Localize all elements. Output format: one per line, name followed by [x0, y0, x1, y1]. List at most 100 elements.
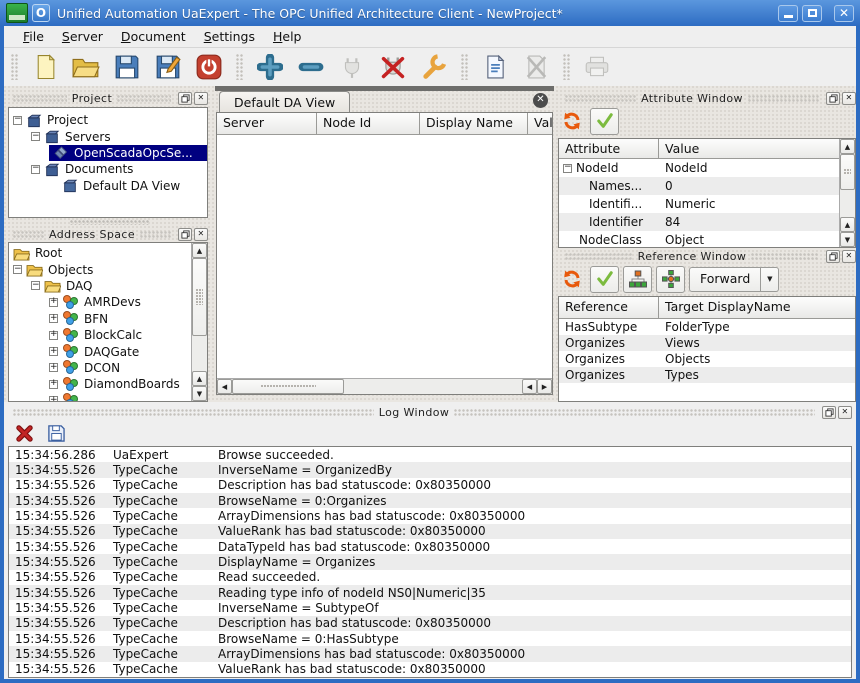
close-panel-button[interactable]: ✕	[838, 406, 852, 419]
column-attribute[interactable]: Attribute	[559, 139, 659, 159]
quit-button[interactable]	[192, 51, 226, 83]
menu-settings[interactable]: Settings	[195, 27, 264, 46]
menu-document[interactable]: Document	[112, 27, 195, 46]
expand-icon[interactable]	[49, 314, 58, 323]
expand-icon[interactable]	[49, 363, 58, 372]
attribute-row[interactable]: Identifi...Numeric	[559, 195, 855, 213]
scrollbar-track[interactable]	[192, 336, 207, 371]
project-panel-header[interactable]: Project ✕	[8, 90, 208, 106]
clear-log-icon[interactable]	[16, 425, 33, 442]
scroll-up-icon[interactable]: ▲	[192, 371, 207, 386]
show-attributes-button[interactable]	[590, 108, 619, 135]
open-project-button[interactable]	[69, 51, 103, 83]
attribute-row[interactable]: Identifier84	[559, 213, 855, 231]
collapse-icon[interactable]	[31, 165, 40, 174]
scroll-up-icon[interactable]: ▲	[840, 217, 855, 232]
log-row[interactable]: 15:34:55.526TypeCacheReading type info o…	[9, 585, 851, 600]
log-row[interactable]: 15:34:55.526TypeCacheDisplayName = Organ…	[9, 554, 851, 569]
close-panel-button[interactable]: ✕	[194, 228, 208, 241]
tree-item-default-da-view[interactable]: Default DA View	[9, 178, 207, 194]
maximize-button[interactable]	[802, 5, 822, 22]
float-panel-button[interactable]	[178, 92, 192, 105]
column-reference[interactable]: Reference	[559, 297, 659, 319]
show-references-button[interactable]	[590, 266, 619, 293]
toolbar-handle[interactable]	[563, 54, 570, 80]
scrollbar-thumb[interactable]	[840, 154, 855, 190]
scroll-right-icon[interactable]: ▶	[537, 379, 552, 394]
attribute-row[interactable]: NodeClassObject	[559, 231, 855, 248]
tree-item-daqgate[interactable]: DAQGate	[9, 343, 207, 359]
expand-icon[interactable]	[49, 347, 58, 356]
add-document-button[interactable]	[478, 51, 512, 83]
scroll-down-icon[interactable]: ▼	[192, 386, 207, 401]
tree-item-root[interactable]: Root	[9, 245, 207, 261]
log-row[interactable]: 15:34:55.526TypeCacheValueRank has bad s…	[9, 524, 851, 539]
scroll-up-icon[interactable]: ▲	[192, 243, 207, 258]
scroll-up-icon[interactable]: ▲	[840, 139, 855, 154]
float-panel-button[interactable]	[826, 92, 840, 105]
float-panel-button[interactable]	[822, 406, 836, 419]
tree-item-partial[interactable]	[9, 393, 207, 402]
save-log-icon[interactable]	[47, 424, 65, 442]
da-view-hscrollbar[interactable]: ◀ ◀ ▶	[217, 378, 552, 394]
scrollbar-thumb[interactable]	[232, 379, 344, 394]
tree-item-servers[interactable]: Servers	[9, 128, 207, 144]
reference-window-header[interactable]: Reference Window ✕	[560, 248, 856, 264]
add-server-button[interactable]	[253, 51, 287, 83]
refresh-icon[interactable]	[562, 269, 582, 289]
remove-server-button[interactable]	[294, 51, 328, 83]
column-value[interactable]: Value	[659, 139, 855, 159]
tree-item-project[interactable]: Project	[9, 112, 207, 128]
collapse-icon[interactable]	[13, 265, 22, 274]
tree-item-bfn[interactable]: BFN	[9, 311, 207, 327]
reference-row[interactable]: OrganizesTypes	[559, 367, 855, 383]
save-project-button[interactable]	[110, 51, 144, 83]
attribute-window-header[interactable]: Attribute Window ✕	[560, 90, 856, 106]
column-node-id[interactable]: Node Id	[317, 113, 420, 135]
column-target-displayname[interactable]: Target DisplayName	[659, 297, 855, 319]
expand-icon[interactable]	[49, 396, 58, 402]
float-panel-button[interactable]	[178, 228, 192, 241]
minimize-button[interactable]	[778, 5, 798, 22]
attribute-row[interactable]: Names...0	[559, 177, 855, 195]
chevron-down-icon[interactable]: ▼	[760, 268, 778, 291]
log-row[interactable]: 15:34:55.526TypeCacheArrayDimensions has…	[9, 646, 851, 661]
title-bar[interactable]: O Unified Automation UaExpert - The OPC …	[0, 0, 860, 26]
log-row[interactable]: 15:34:55.526TypeCacheDataTypeId has bad …	[9, 539, 851, 554]
address-space-header[interactable]: Address Space ✕	[8, 226, 208, 242]
log-row[interactable]: 15:34:55.526TypeCacheInverseName = Organ…	[9, 462, 851, 477]
menu-server[interactable]: Server	[53, 27, 112, 46]
expand-icon[interactable]	[49, 298, 58, 307]
log-row[interactable]: 15:34:55.526TypeCacheInverseName = Subty…	[9, 600, 851, 615]
collapse-icon[interactable]	[13, 116, 22, 125]
splitter-handle[interactable]	[70, 220, 150, 225]
close-panel-button[interactable]: ✕	[842, 250, 856, 263]
menu-help[interactable]: Help	[264, 27, 311, 46]
toolbar-handle[interactable]	[461, 54, 468, 80]
all-references-button[interactable]	[656, 266, 685, 293]
log-row[interactable]: 15:34:55.526TypeCacheRead succeeded.	[9, 570, 851, 585]
collapse-icon[interactable]	[31, 132, 40, 141]
save-project-as-button[interactable]	[151, 51, 185, 83]
log-row[interactable]: 15:34:55.526TypeCacheBrowseName = 0:Orga…	[9, 493, 851, 508]
expand-icon[interactable]	[49, 331, 58, 340]
log-window-header[interactable]: Log Window ✕	[8, 404, 852, 420]
log-row[interactable]: 15:34:55.526TypeCacheDescription has bad…	[9, 478, 851, 493]
attribute-scrollbar[interactable]: ▲ ▲ ▼	[839, 139, 855, 247]
reference-row[interactable]: OrganizesViews	[559, 335, 855, 351]
disconnect-server-button[interactable]	[376, 51, 410, 83]
da-view-body[interactable]	[217, 135, 552, 378]
close-panel-button[interactable]: ✕	[194, 92, 208, 105]
toolbar-handle[interactable]	[11, 54, 18, 80]
reference-row[interactable]: OrganizesObjects	[559, 351, 855, 367]
scroll-left-icon[interactable]: ◀	[217, 379, 232, 394]
toolbar-handle[interactable]	[236, 54, 243, 80]
tree-item-blockcalc[interactable]: BlockCalc	[9, 327, 207, 343]
scroll-down-icon[interactable]: ▼	[840, 232, 855, 247]
scrollbar-track[interactable]	[344, 379, 522, 394]
reference-row[interactable]: HasSubtypeFolderType	[559, 319, 855, 335]
column-server[interactable]: Server	[217, 113, 317, 135]
close-panel-button[interactable]: ✕	[842, 92, 856, 105]
direction-combobox[interactable]: Forward ▼	[689, 267, 779, 292]
tree-item-daq[interactable]: DAQ	[9, 278, 207, 294]
